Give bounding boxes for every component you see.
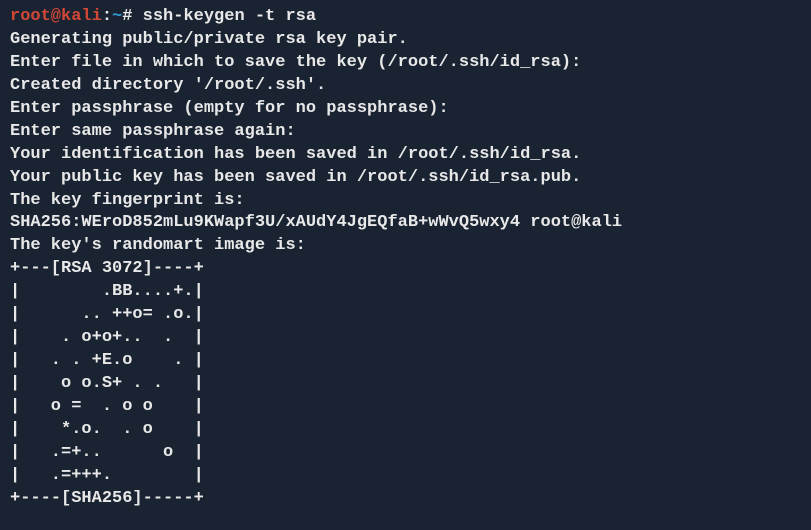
output-line: Enter passphrase (empty for no passphras…	[10, 98, 801, 121]
randomart-line: | . o+o+.. . |	[10, 327, 801, 350]
prompt-line: root@kali:~# ssh-keygen -t rsa	[10, 6, 801, 29]
output-line: SHA256:WEroD852mLu9KWapf3U/xAUdY4JgEQfaB…	[10, 212, 801, 235]
randomart-line: | .BB....+.|	[10, 281, 801, 304]
randomart-line: | .. ++o= .o.|	[10, 304, 801, 327]
prompt-separator: :	[102, 7, 112, 26]
randomart-line: | o = . o o |	[10, 396, 801, 419]
terminal-window[interactable]: root@kali:~# ssh-keygen -t rsa Generatin…	[10, 6, 801, 511]
output-line: Your identification has been saved in /r…	[10, 144, 801, 167]
output-line: The key fingerprint is:	[10, 190, 801, 213]
randomart-line: | . . +E.o . |	[10, 350, 801, 373]
randomart-line: +---[RSA 3072]----+	[10, 258, 801, 281]
randomart-line: +----[SHA256]-----+	[10, 488, 801, 511]
prompt-symbol: #	[122, 7, 142, 26]
randomart-line: | o o.S+ . . |	[10, 373, 801, 396]
output-line: Enter same passphrase again:	[10, 121, 801, 144]
output-line: Generating public/private rsa key pair.	[10, 29, 801, 52]
output-line: Enter file in which to save the key (/ro…	[10, 52, 801, 75]
prompt-path: ~	[112, 7, 122, 26]
randomart-line: | *.o. . o |	[10, 419, 801, 442]
prompt-user: root@kali	[10, 7, 102, 26]
command-text: ssh-keygen -t rsa	[143, 7, 316, 26]
output-line: Created directory '/root/.ssh'.	[10, 75, 801, 98]
randomart-line: | .=+++. |	[10, 465, 801, 488]
output-line: The key's randomart image is:	[10, 235, 801, 258]
randomart-line: | .=+.. o |	[10, 442, 801, 465]
output-line: Your public key has been saved in /root/…	[10, 167, 801, 190]
